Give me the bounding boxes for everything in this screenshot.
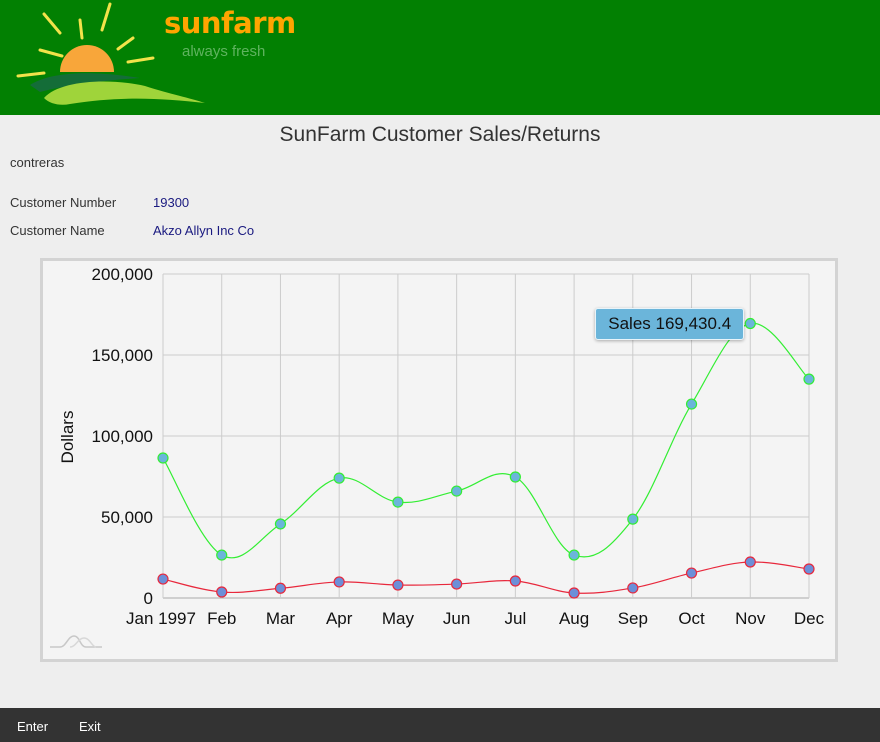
data-point[interactable] <box>274 582 287 594</box>
x-tick-label: Oct <box>678 609 705 628</box>
chart-series <box>157 317 815 599</box>
x-tick-label: Sep <box>618 609 648 628</box>
x-tick-label: Jun <box>443 609 470 628</box>
y-axis-ticks: 0 50,000 100,000 150,000 200,000 <box>92 265 153 608</box>
data-point[interactable] <box>392 579 404 591</box>
data-point[interactable] <box>744 556 756 568</box>
data-point[interactable] <box>803 563 815 575</box>
data-point[interactable] <box>157 573 169 585</box>
enter-button[interactable]: Enter <box>17 719 48 734</box>
y-tick-label: 100,000 <box>92 427 153 446</box>
data-point[interactable] <box>392 496 404 508</box>
data-point[interactable] <box>333 576 345 588</box>
x-tick-label: May <box>382 609 415 628</box>
x-tick-label: Jan 1997 <box>126 609 196 628</box>
data-point[interactable] <box>568 549 580 561</box>
data-point[interactable] <box>451 578 463 590</box>
x-tick-label: Feb <box>207 609 236 628</box>
data-point[interactable] <box>451 485 463 497</box>
y-tick-label: 0 <box>144 589 153 608</box>
series-line <box>162 561 810 594</box>
data-point[interactable] <box>568 587 580 599</box>
data-point[interactable] <box>509 471 521 483</box>
data-point[interactable] <box>509 575 521 587</box>
data-point[interactable] <box>627 513 639 525</box>
y-tick-label: 50,000 <box>101 508 153 527</box>
data-point[interactable] <box>274 518 287 530</box>
series-returns <box>157 556 815 599</box>
y-tick-label: 200,000 <box>92 265 153 284</box>
x-tick-label: Apr <box>326 609 353 628</box>
data-point[interactable] <box>803 373 815 385</box>
x-axis-ticks: Jan 1997 Feb Mar Apr May Jun Jul Aug Sep Oct Nov De… <box>126 609 825 628</box>
x-tick-label: Jul <box>504 609 526 628</box>
data-point[interactable] <box>627 582 639 594</box>
x-tick-label: Aug <box>559 609 589 628</box>
x-tick-label: Dec <box>794 609 825 628</box>
tooltip-text: Sales 169,430.4 <box>608 313 732 333</box>
chart-canvas: 0 50,000 100,000 150,000 200,000 Jan 1997 Feb… <box>50 265 825 648</box>
data-point[interactable] <box>744 317 756 330</box>
y-tick-label: 150,000 <box>92 346 153 365</box>
x-tick-label: Nov <box>735 609 766 628</box>
data-point[interactable] <box>157 452 169 464</box>
x-tick-label: Mar <box>266 609 296 628</box>
data-point[interactable] <box>685 398 698 410</box>
data-point[interactable] <box>216 586 228 598</box>
chart-tooltip: Sales 169,430.4 <box>595 307 745 340</box>
function-key-bar: Enter Exit <box>0 708 880 742</box>
exit-button[interactable]: Exit <box>79 719 101 734</box>
data-point[interactable] <box>333 472 345 484</box>
data-point[interactable] <box>216 549 228 561</box>
highcharts-logo-icon <box>50 635 102 648</box>
data-point[interactable] <box>685 567 698 579</box>
series-line <box>162 322 810 559</box>
y-axis-label: Dollars <box>58 411 77 464</box>
